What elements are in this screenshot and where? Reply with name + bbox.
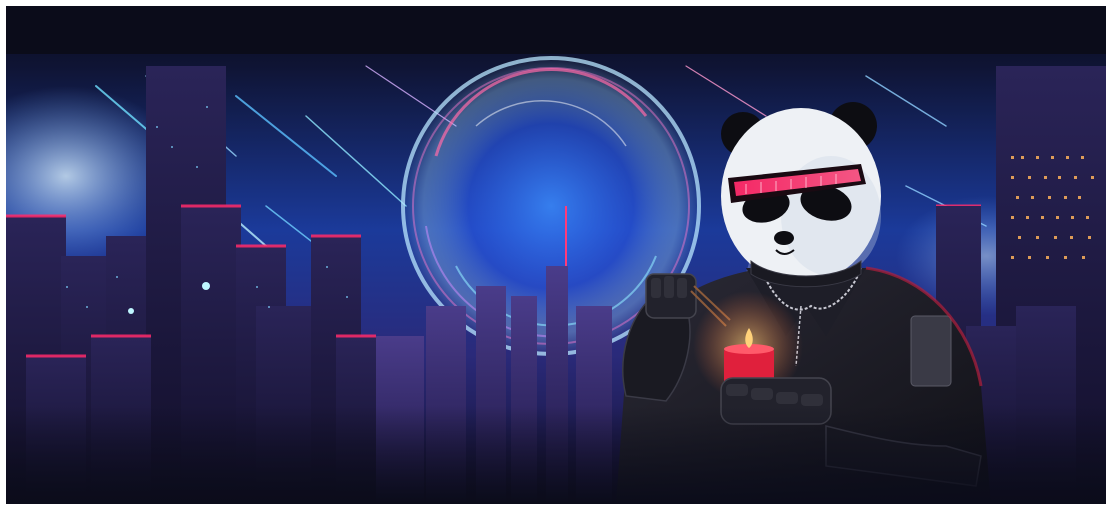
floating-light [202, 282, 210, 290]
top-dark-band [6, 6, 1106, 54]
bottom-fade [6, 406, 1106, 504]
hero-banner [6, 6, 1106, 504]
floating-light [128, 308, 134, 314]
shoulder-patch [910, 315, 952, 387]
robotic-hand-left [645, 273, 697, 319]
cyberpunk-panda-illustration [6, 6, 1106, 504]
nose-icon [774, 231, 794, 245]
